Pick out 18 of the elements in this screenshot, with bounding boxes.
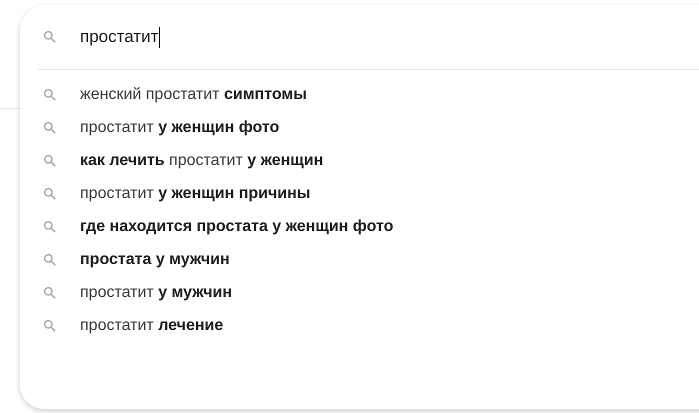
suggestion-item[interactable]: простатит лечение: [20, 309, 699, 342]
search-icon: [42, 252, 58, 268]
search-icon: [42, 186, 58, 202]
suggestion-item[interactable]: простатит у мужчин: [20, 276, 699, 309]
suggestion-item[interactable]: простатит у женщин фото: [20, 111, 699, 144]
suggestion-item[interactable]: как лечить простатит у женщин: [20, 144, 699, 177]
suggestion-item[interactable]: женский простатит симптомы: [20, 78, 699, 111]
search-field[interactable]: простатит: [80, 26, 160, 48]
suggestion-item[interactable]: простата у мужчин: [20, 243, 699, 276]
search-icon: [42, 318, 58, 334]
search-icon: [42, 218, 58, 234]
suggestion-item[interactable]: простатит у женщин причины: [20, 177, 699, 210]
search-icon: [42, 284, 58, 300]
search-icon: [42, 152, 58, 168]
search-icon: [42, 120, 58, 136]
suggestion-item[interactable]: где находится простата у женщин фото: [20, 210, 699, 243]
search-icon: [42, 29, 58, 45]
search-icon: [42, 86, 58, 102]
